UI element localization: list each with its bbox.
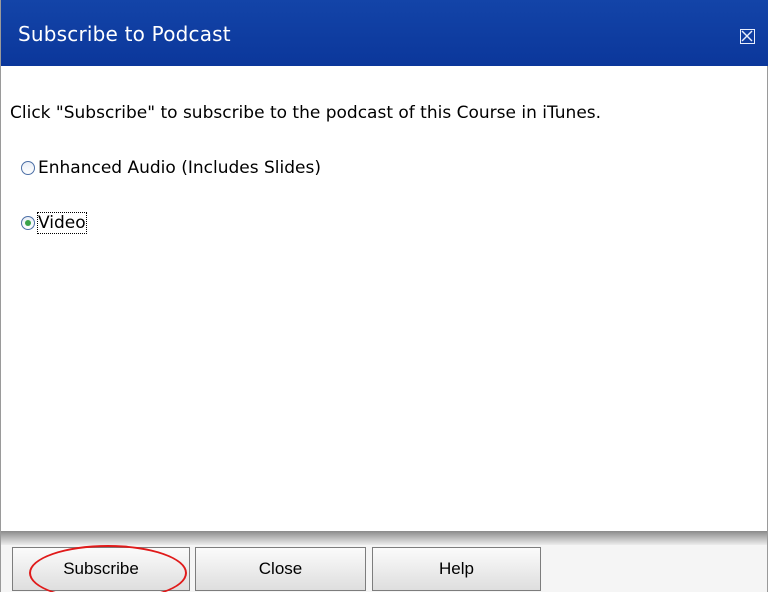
- dialog-title-bar: Subscribe to Podcast: [1, 0, 768, 66]
- footer-divider: [1, 531, 767, 545]
- option-video[interactable]: Video: [21, 212, 87, 234]
- dialog-footer: Subscribe Close Help: [1, 531, 767, 592]
- option-label-enhanced-audio[interactable]: Enhanced Audio (Includes Slides): [38, 158, 321, 178]
- instruction-text: Click "Subscribe" to subscribe to the po…: [10, 103, 602, 123]
- subscribe-button[interactable]: Subscribe: [12, 547, 190, 591]
- option-enhanced-audio[interactable]: Enhanced Audio (Includes Slides): [21, 158, 321, 178]
- subscribe-podcast-dialog: Subscribe to Podcast Click "Subscribe" t…: [0, 0, 768, 592]
- dialog-content: Click "Subscribe" to subscribe to the po…: [1, 66, 767, 526]
- option-label-video[interactable]: Video: [37, 212, 87, 234]
- close-box-icon[interactable]: [740, 29, 755, 44]
- radio-button-video[interactable]: [21, 216, 35, 230]
- close-button[interactable]: Close: [195, 547, 366, 591]
- dialog-title: Subscribe to Podcast: [18, 22, 231, 46]
- radio-button-enhanced-audio[interactable]: [21, 161, 35, 175]
- help-button[interactable]: Help: [372, 547, 541, 591]
